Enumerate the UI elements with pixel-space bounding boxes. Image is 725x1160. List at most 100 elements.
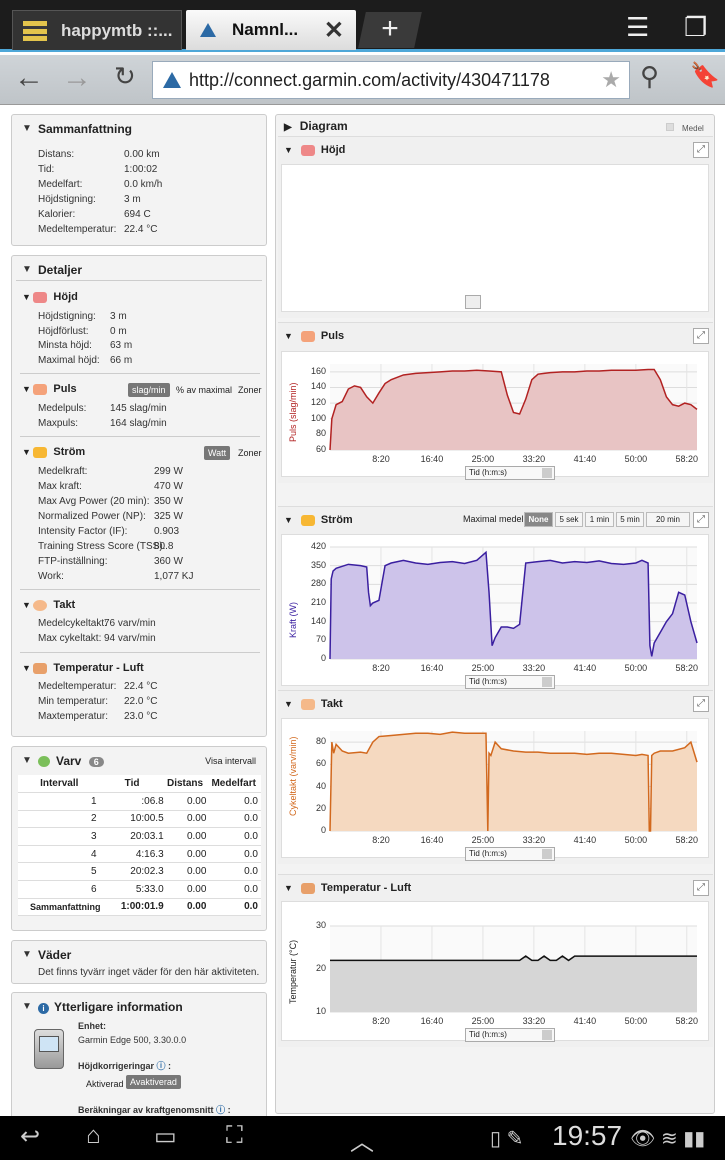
chart-type-icon (300, 514, 315, 526)
menu-up-icon[interactable]: ︿ (350, 1122, 374, 1157)
window-switch-icon[interactable]: ❐ (684, 12, 707, 43)
forward-icon[interactable]: → (62, 61, 92, 95)
help-icon[interactable]: ⓘ (157, 1061, 166, 1071)
expand-chart-icon[interactable]: ⤢ (693, 512, 709, 528)
more-info-title[interactable]: ▼ i Ytterligare information (12, 993, 266, 1014)
reload-icon[interactable]: ↻ (114, 61, 136, 92)
expand-chart-icon[interactable]: ⤢ (693, 142, 709, 158)
x-tick-label: 50:00 (624, 835, 648, 845)
back-nav-icon[interactable]: ↩ (20, 1122, 40, 1151)
max-avg-option[interactable]: 20 min (646, 512, 690, 527)
col-header-interval[interactable]: Intervall (18, 775, 101, 794)
stat-value: 164 slag/min (110, 418, 167, 429)
x-axis-select[interactable]: Tid (h:m:s) (465, 847, 555, 861)
table-row[interactable]: 2 10:00.5 0.00 0.0 (18, 810, 261, 829)
unit-watt-button[interactable]: Watt (204, 446, 231, 460)
puls-subtitle[interactable]: ▼ Puls (22, 383, 77, 395)
max-avg-option[interactable]: 1 min (585, 512, 614, 527)
table-cell: 1 (18, 792, 101, 811)
x-tick-label: 41:40 (573, 663, 597, 673)
col-header-time[interactable]: Tid (100, 775, 164, 794)
max-avg-option[interactable]: None (524, 512, 553, 527)
takt-subtitle[interactable]: ▼ Takt (22, 599, 75, 611)
x-tick-label: 41:40 (573, 1016, 597, 1026)
stat-label: Höjdstigning: (38, 311, 96, 322)
details-panel: ▼ Detaljer ▼ Höjd Höjdstigning: 3 m Höjdför… (11, 255, 267, 737)
strom-zones-button[interactable]: Zoner (234, 446, 266, 460)
average-checkbox[interactable] (666, 123, 674, 131)
unit-percent-max-button[interactable]: % av maximal (172, 383, 236, 397)
tab-garmin-active[interactable]: Namnl... ✕ (186, 10, 356, 50)
status-icons: 👁 ≋ ▮▮ (630, 1128, 706, 1150)
chart-title[interactable]: ▼ Temperatur - Luft (284, 882, 411, 894)
menu-list-icon[interactable]: ☰ (626, 12, 649, 43)
more-info-title-text: Ytterligare information (54, 1000, 183, 1014)
details-title[interactable]: ▼ Detaljer (12, 256, 266, 277)
table-row[interactable]: 3 20:03.1 0.00 0.0 (18, 827, 261, 846)
deactivated-button[interactable]: Avaktiverad (126, 1075, 181, 1089)
chart-title[interactable]: ▼ Ström (284, 514, 353, 526)
table-row[interactable]: 1:06.8 0.00 0.0 (18, 792, 261, 811)
x-axis-select[interactable]: Tid (h:m:s) (465, 466, 555, 480)
stat-value: 22.4 °C (124, 224, 158, 235)
stat-label: Minsta höjd: (38, 340, 92, 352)
tab-happymtb[interactable]: happymtb ::... (12, 10, 182, 50)
search-icon[interactable]: ⚲ (640, 61, 659, 92)
bookmarks-icon[interactable]: 🔖 (690, 61, 720, 90)
more-info-panel: ▼ i Ytterligare information Enhet: Garmin … (11, 992, 267, 1116)
help-icon[interactable]: ⓘ (216, 1105, 225, 1115)
max-avg-option[interactable]: 5 sek (555, 512, 583, 527)
average-toggle[interactable]: Medel (666, 123, 704, 133)
url-field[interactable]: http://connect.garmin.com/activity/43047… (152, 61, 630, 99)
temp-subtitle[interactable]: ▼ Temperatur - Luft (22, 662, 144, 674)
expand-chart-icon[interactable]: ⤢ (693, 880, 709, 896)
expand-chart-icon[interactable]: ⤢ (693, 696, 709, 712)
hojd-subtitle[interactable]: ▼ Höjd (22, 291, 78, 303)
close-tab-icon[interactable]: ✕ (324, 16, 344, 45)
y-tick-label: 20 (315, 802, 326, 813)
table-row[interactable]: 5 20:02.3 0.00 0.0 (18, 862, 261, 882)
strom-subtitle[interactable]: ▼ Ström (22, 446, 85, 458)
unit-bpm-button[interactable]: slag/min (128, 383, 170, 397)
cadence-icon (33, 599, 48, 611)
lightning-icon (33, 446, 48, 458)
summary-title[interactable]: ▼ Sammanfattning (12, 115, 266, 136)
table-row[interactable]: 4 4:16.3 0.00 0.0 (18, 845, 261, 864)
diagram-title[interactable]: ▶ Diagram (284, 119, 348, 133)
bookmark-star-icon[interactable]: ★ (601, 67, 621, 93)
expand-chart-icon[interactable]: ⤢ (693, 328, 709, 344)
summary-panel: ▼ Sammanfattning Distans: 0.00 km Tid: 1:00:… (11, 114, 267, 246)
x-tick-label: 25:00 (471, 454, 495, 464)
col-header-avgspeed[interactable]: Medelfart (206, 775, 261, 794)
info-icon: i (38, 1003, 49, 1014)
power-calc-label: Beräkningar av kraftgenomsnitt ⓘ : (78, 1105, 231, 1115)
screenshot-icon[interactable]: ⛶ (226, 1122, 243, 1150)
table-row[interactable]: 6 5:33.0 0.00 0.0 (18, 880, 261, 899)
x-axis-select[interactable]: Tid (h:m:s) (465, 1028, 555, 1042)
home-icon[interactable]: ⌂ (86, 1122, 101, 1150)
chart-title[interactable]: ▼ Puls (284, 330, 344, 342)
chart-title[interactable]: ▼ Takt (284, 698, 343, 710)
y-tick-label: 20 (315, 963, 326, 973)
table-cell: 0.0 (206, 880, 261, 899)
select-arrow-icon (542, 849, 552, 859)
x-tick-label: 33:20 (522, 835, 546, 845)
total-label: Sammanfattning (18, 898, 101, 917)
y-axis-label: Kraft (W) (288, 602, 298, 638)
x-axis-select[interactable]: Tid (h:m:s) (465, 675, 555, 689)
col-header-distance[interactable]: Distans (163, 775, 207, 794)
puls-zones-button[interactable]: Zoner (234, 383, 266, 397)
y-tick-label: 280 (310, 578, 326, 589)
table-cell: 20:03.1 (100, 827, 164, 846)
max-avg-option[interactable]: 5 min (616, 512, 644, 527)
y-tick-label: 80 (315, 736, 326, 747)
activated-button[interactable]: Aktiverad (82, 1077, 128, 1091)
back-icon[interactable]: ← (14, 61, 44, 95)
resize-handle-icon[interactable] (465, 295, 481, 309)
show-intervals-link[interactable]: Visa intervall (205, 756, 256, 766)
chart-title[interactable]: ▼ Höjd (284, 144, 345, 156)
new-tab-button[interactable]: + (358, 12, 422, 48)
recent-apps-icon[interactable]: ▭ (154, 1122, 177, 1151)
chart-type-icon (300, 330, 315, 342)
weather-title[interactable]: ▼ Väder (12, 941, 266, 962)
